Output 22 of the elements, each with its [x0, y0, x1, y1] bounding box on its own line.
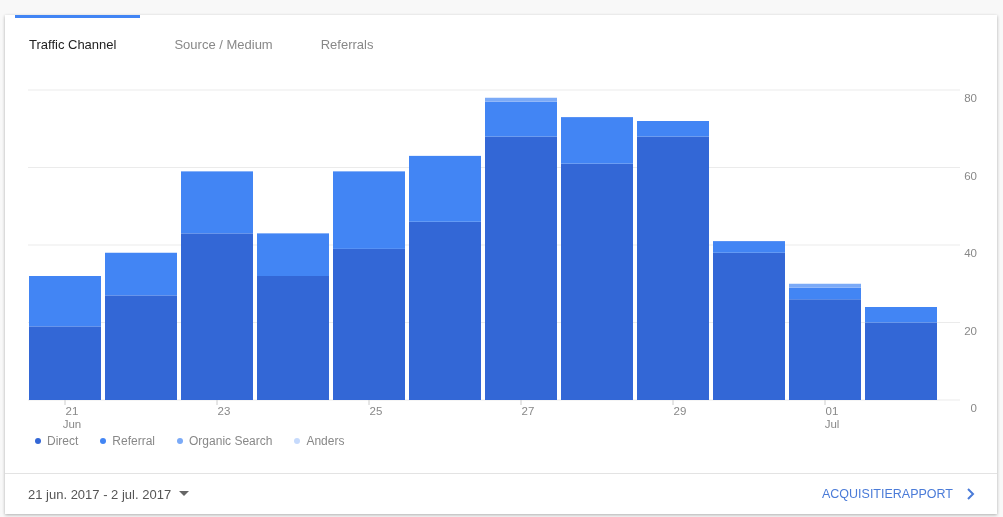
x-axis-label: 23 — [217, 405, 231, 417]
x-axis-label: 29 — [673, 405, 687, 417]
x-axis-label: 25 — [369, 405, 383, 417]
y-axis-label: 20 — [964, 324, 977, 337]
legend-label: Organic Search — [189, 434, 273, 448]
x-axis-label: 01 Jul — [824, 405, 840, 430]
x-axis-label: 21 Jun — [62, 405, 82, 430]
legend-label: Direct — [47, 434, 79, 448]
y-axis-label: 60 — [964, 169, 977, 182]
date-range-dropdown[interactable]: 21 jun. 2017 - 2 jul. 2017 — [28, 486, 190, 502]
y-axis-label: 80 — [964, 92, 977, 104]
legend-label: Anders — [306, 434, 345, 448]
tab[interactable]: Referrals — [306, 15, 388, 70]
y-axis-label: 0 — [970, 402, 977, 414]
tab[interactable]: Source / Medium — [160, 15, 287, 70]
report-link[interactable]: ACQUISITIERAPPORT — [821, 487, 975, 501]
tab[interactable]: Traffic Channel — [15, 15, 141, 70]
x-axis-label: 27 — [521, 405, 535, 417]
caret-icon — [179, 491, 190, 497]
legend-label: Referral — [112, 434, 156, 448]
chevron-right-icon — [967, 488, 975, 500]
y-axis-label: 40 — [964, 247, 977, 259]
